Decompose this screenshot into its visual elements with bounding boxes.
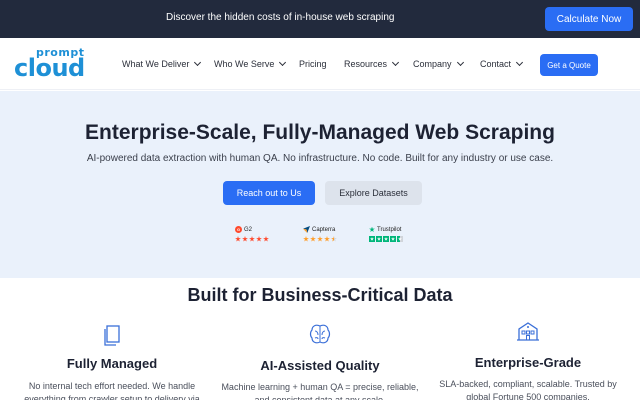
nav-item-resources[interactable]: Resources [344,58,400,69]
nav-item-what-we-deliver[interactable]: What We Deliver [122,58,202,69]
main-nav: prompt cloud What We Deliver Who We Serv… [0,38,640,90]
star-icon [249,236,255,242]
chevron-down-icon [515,58,524,67]
nav-item-company[interactable]: Company [413,58,464,69]
half-star-icon [397,236,403,242]
half-star-icon [331,236,337,242]
chevron-down-icon [456,58,464,67]
section-title: Built for Business-Critical Data [187,285,453,305]
review-trustpilot[interactable]: Trustpilot [369,225,403,242]
feature-text-fully-managed: No internal tech effort needed. We handl… [24,381,200,400]
star-icon [369,236,375,242]
star-icon [235,236,241,242]
feature-title-ai-assisted-quality: AI-Assisted Quality [260,358,380,373]
star-icon [376,236,382,242]
get-a-quote-button[interactable]: Get a Quote [540,54,598,76]
brain-icon [309,324,331,344]
nav-item-contact[interactable]: Contact [480,58,524,69]
star-icon [263,236,269,242]
review-g2-header: G G2 [235,225,269,234]
nav-item-pricing[interactable]: Pricing [299,59,327,69]
rating-stars [303,236,337,242]
chevron-down-icon [194,58,202,67]
nav-item-label: Pricing [299,59,327,69]
explore-datasets-button[interactable]: Explore Datasets [325,181,422,205]
nav-item-label: Contact [480,59,512,69]
rating-stars [235,236,269,242]
announcement-bar: Discover the hidden costs of in-house we… [0,0,640,38]
review-g2[interactable]: G G2 [235,225,269,242]
nav-item-label: Company [413,59,452,69]
feature-text-ai-assisted-quality: Machine learning + human QA = precise, r… [221,382,419,400]
trustpilot-logo-icon [369,226,375,232]
star-icon [310,236,316,242]
announcement-text[interactable]: Discover the hidden costs of in-house we… [166,12,394,23]
logo-cloud-text: cloud [14,54,85,82]
review-trustpilot-header: Trustpilot [369,225,403,234]
star-icon [256,236,262,242]
star-icon [303,236,309,242]
review-name: Capterra [312,226,336,233]
feature-text-enterprise-grade: SLA-backed, compliant, scalable. Trusted… [439,379,617,400]
chevron-down-icon [279,58,287,67]
chevron-down-icon [391,58,400,67]
calculate-now-button[interactable]: Calculate Now [545,7,633,31]
review-capterra[interactable]: Capterra [303,225,337,242]
feature-title-fully-managed: Fully Managed [66,356,158,371]
hero-title: Enterprise-Scale, Fully-Managed Web Scra… [85,121,555,144]
review-name: G2 [244,226,253,233]
star-icon [390,236,396,242]
capterra-logo-icon [303,226,310,233]
g2-logo-icon: G [235,226,242,233]
star-icon [317,236,323,242]
star-icon [383,236,389,242]
reach-out-button[interactable]: Reach out to Us [223,181,315,205]
nav-item-label: Who We Serve [214,59,275,69]
rating-stars [369,236,403,242]
document-icon [104,325,120,346]
review-capterra-header: Capterra [303,225,337,234]
building-icon [517,322,539,341]
review-name: Trustpilot [377,226,402,233]
nav-item-who-we-serve[interactable]: Who We Serve [214,58,287,69]
feature-title-enterprise-grade: Enterprise-Grade [474,355,582,370]
hero-subtitle: AI-powered data extraction with human QA… [86,153,554,164]
hero-section: Enterprise-Scale, Fully-Managed Web Scra… [0,91,640,278]
star-icon [242,236,248,242]
nav-item-label: Resources [344,59,388,69]
logo[interactable]: prompt cloud [14,46,94,82]
nav-item-label: What We Deliver [122,59,190,69]
star-icon [324,236,330,242]
